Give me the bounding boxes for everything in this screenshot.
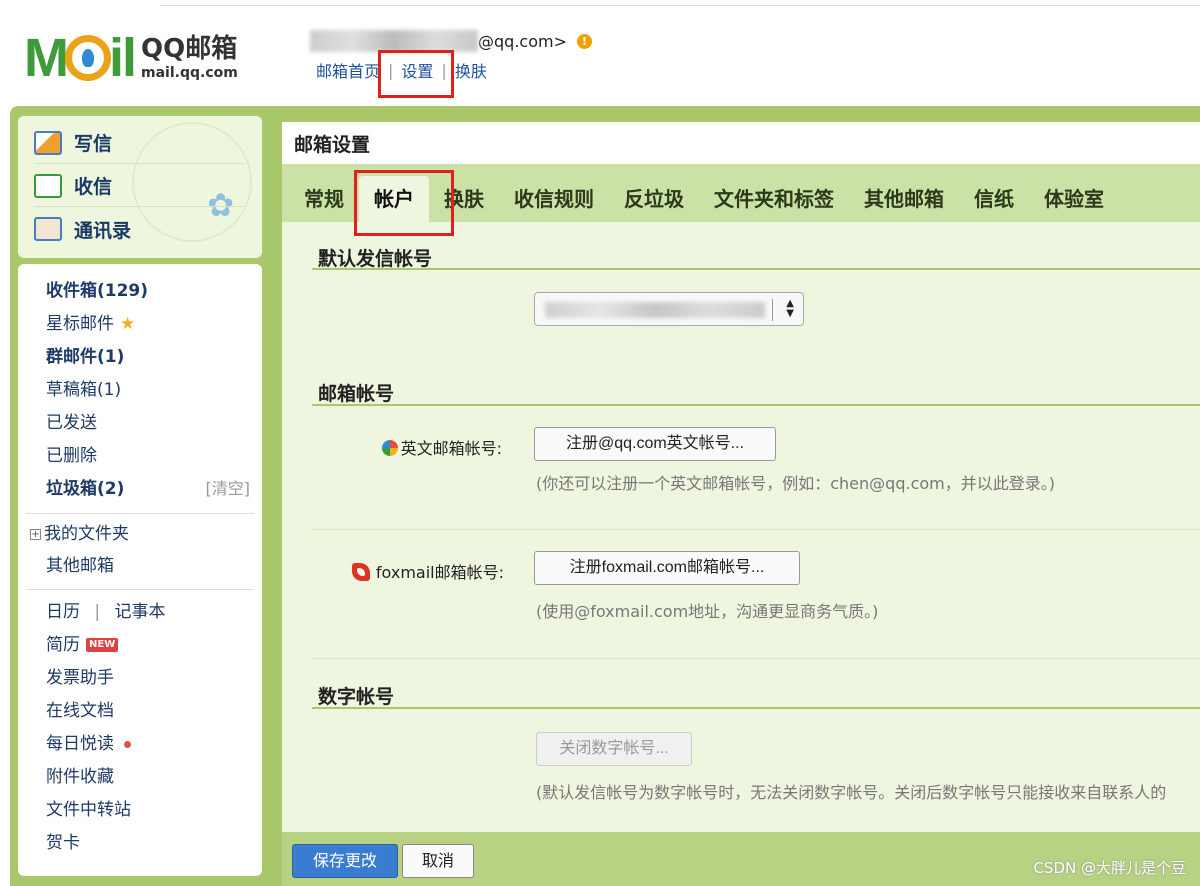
section-divider bbox=[312, 268, 1200, 270]
nav-mail-home[interactable]: 邮箱首页 bbox=[316, 58, 380, 82]
blurred-username bbox=[310, 30, 478, 52]
daily-reading-link[interactable]: 每日悦读 bbox=[46, 729, 131, 759]
numeric-account-hint: (默认发信帐号为数字帐号时，无法关闭数字帐号。关闭后数字帐号只能接收来自联系人的 bbox=[536, 783, 1167, 802]
unread-dot-icon bbox=[124, 740, 131, 748]
tab-stationery[interactable]: 信纸 bbox=[959, 176, 1029, 222]
select-separator bbox=[772, 299, 773, 321]
compose-button[interactable]: 写信 bbox=[34, 122, 244, 164]
folder-spam[interactable]: 垃圾箱(2) bbox=[46, 474, 124, 504]
save-changes-button[interactable]: 保存更改 bbox=[292, 844, 398, 878]
divider bbox=[26, 589, 254, 590]
email-suffix: @qq.com> bbox=[478, 31, 567, 51]
divider bbox=[26, 513, 254, 514]
logo-penguin-icon bbox=[64, 35, 111, 81]
folder-drafts[interactable]: 草稿箱(1) bbox=[46, 375, 121, 405]
attachments-link[interactable]: 附件收藏 bbox=[46, 762, 114, 792]
default-sender-select[interactable]: ▲ ▼ bbox=[534, 292, 804, 326]
greeting-cards-link[interactable]: 贺卡 bbox=[46, 828, 80, 858]
settings-content: 邮箱设置 常规 帐户 换肤 收信规则 反垃圾 文件夹和标签 其他邮箱 信纸 体验… bbox=[282, 122, 1200, 886]
compose-icon bbox=[34, 130, 62, 155]
tab-folders-labels[interactable]: 文件夹和标签 bbox=[699, 176, 849, 222]
folder-sidebar: 收件箱(129) 星标邮件 ★ 群邮件(1) 草稿箱(1) 已发送 已删除 垃圾箱… bbox=[18, 264, 262, 876]
section-divider bbox=[312, 404, 1200, 406]
row-divider bbox=[312, 658, 1200, 659]
folder-deleted[interactable]: 已删除 bbox=[46, 441, 97, 471]
contacts-icon bbox=[34, 217, 62, 241]
section-default-sender: 默认发信帐号 bbox=[318, 248, 433, 270]
tab-lab[interactable]: 体验室 bbox=[1029, 176, 1119, 222]
calendar-link[interactable]: 日历 bbox=[46, 602, 80, 622]
foxmail-account-hint: (使用@foxmail.com地址，沟通更显商务气质。) bbox=[536, 602, 879, 621]
highlight-box-settings bbox=[378, 50, 454, 98]
register-english-account-button[interactable]: 注册@qq.com英文帐号... bbox=[534, 427, 776, 461]
new-badge: NEW bbox=[86, 638, 119, 652]
notes-link[interactable]: 记事本 bbox=[115, 602, 166, 622]
qq-mail-logo[interactable]: Mil QQ邮箱 mail.qq.com bbox=[24, 30, 238, 86]
english-account-hint: (你还可以注册一个英文邮箱帐号，例如：chen@qq.com，并以此登录。) bbox=[536, 474, 1055, 493]
inbox-icon bbox=[34, 173, 62, 198]
receive-button[interactable]: 收信 bbox=[34, 165, 244, 207]
updown-arrows-icon: ▲ ▼ bbox=[786, 298, 794, 319]
tab-other-mailboxes[interactable]: 其他邮箱 bbox=[849, 176, 959, 222]
section-divider bbox=[312, 707, 1200, 709]
star-icon: ★ bbox=[120, 314, 136, 334]
folder-starred[interactable]: 星标邮件 ★ bbox=[46, 309, 135, 339]
warning-icon[interactable]: ! bbox=[576, 33, 592, 49]
logo-product-name: QQ邮箱 bbox=[141, 34, 238, 64]
link-separator: | bbox=[94, 602, 101, 622]
nav-skin[interactable]: 换肤 bbox=[455, 58, 487, 82]
close-numeric-account-button[interactable]: 关闭数字帐号... bbox=[536, 732, 692, 766]
folder-group[interactable]: 群邮件(1) bbox=[46, 342, 124, 372]
settings-footer: 保存更改 取消 CSDN @大胖儿是个豆 bbox=[282, 832, 1200, 886]
expand-icon[interactable]: + bbox=[30, 528, 41, 540]
logo-url: mail.qq.com bbox=[141, 65, 238, 81]
english-account-label: 英文邮箱帐号: bbox=[352, 435, 502, 459]
tools-calendar-notes: 日历 | 记事本 bbox=[46, 597, 166, 627]
page-title: 邮箱设置 bbox=[282, 122, 1200, 164]
top-divider bbox=[160, 0, 1200, 6]
quick-actions-panel: ✿ 写信 收信 通讯录 bbox=[18, 116, 262, 258]
foxmail-account-label: foxmail邮箱帐号: bbox=[322, 559, 504, 583]
docs-link[interactable]: 在线文档 bbox=[46, 696, 114, 726]
tab-antispam[interactable]: 反垃圾 bbox=[609, 176, 699, 222]
folder-sent[interactable]: 已发送 bbox=[46, 408, 97, 438]
highlight-box-account-tab bbox=[354, 170, 454, 236]
folder-inbox[interactable]: 收件箱(129) bbox=[46, 276, 148, 306]
register-foxmail-button[interactable]: 注册foxmail.com邮箱帐号... bbox=[534, 551, 800, 585]
qq-icon bbox=[381, 440, 398, 456]
my-folders[interactable]: + 我的文件夹 bbox=[30, 519, 129, 549]
blurred-sender-value bbox=[545, 302, 765, 318]
user-account[interactable]: @qq.com> ! bbox=[310, 30, 592, 52]
row-divider bbox=[312, 529, 1200, 530]
invoice-link[interactable]: 发票助手 bbox=[46, 663, 114, 693]
cancel-button[interactable]: 取消 bbox=[402, 844, 474, 878]
contacts-button[interactable]: 通讯录 bbox=[34, 208, 244, 250]
tab-general[interactable]: 常规 bbox=[294, 176, 359, 222]
file-transfer-link[interactable]: 文件中转站 bbox=[46, 795, 131, 825]
resume-link[interactable]: 简历 NEW bbox=[46, 630, 119, 660]
other-mailbox[interactable]: 其他邮箱 bbox=[46, 551, 114, 581]
section-mailbox-accounts: 邮箱帐号 bbox=[318, 383, 395, 405]
logo-mark: Mil bbox=[24, 28, 137, 88]
tab-rules[interactable]: 收信规则 bbox=[499, 176, 609, 222]
empty-spam-link[interactable]: [清空] bbox=[206, 474, 251, 504]
watermark: CSDN @大胖儿是个豆 bbox=[1033, 859, 1186, 877]
section-numeric-account: 数字帐号 bbox=[318, 686, 395, 708]
foxmail-icon bbox=[351, 563, 370, 581]
